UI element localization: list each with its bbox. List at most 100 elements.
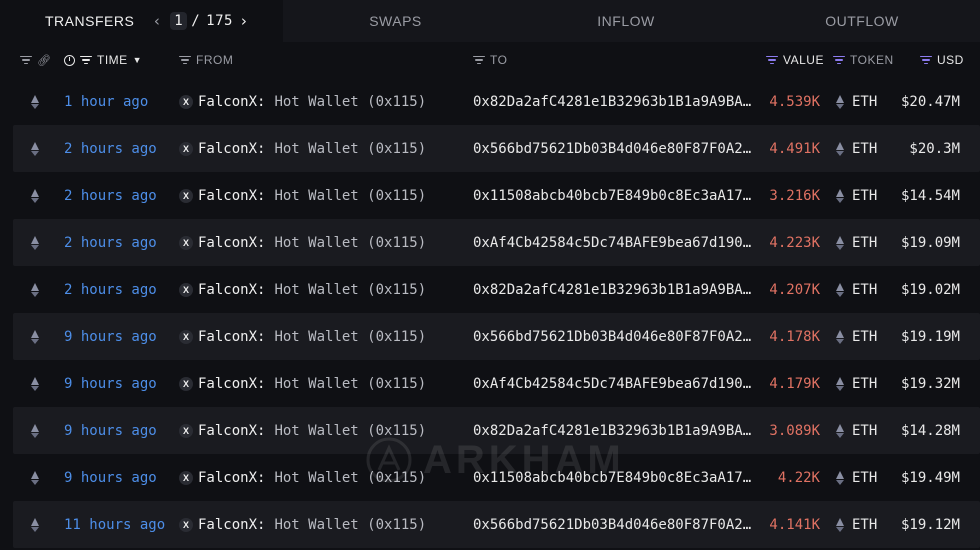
row-token[interactable]: ETH	[836, 313, 877, 360]
row-token[interactable]: ETH	[836, 501, 877, 548]
filter-icon[interactable]	[179, 55, 191, 65]
ethereum-icon[interactable]	[31, 470, 40, 485]
ethereum-icon[interactable]	[31, 282, 40, 297]
row-time[interactable]: 2 hours ago	[64, 266, 157, 313]
row-from[interactable]: X FalconX: Hot Wallet (0x115)	[179, 454, 426, 501]
row-token-cell[interactable]	[31, 266, 40, 313]
row-token-cell[interactable]	[31, 125, 40, 172]
row-token-cell[interactable]	[31, 407, 40, 454]
row-time[interactable]: 9 hours ago	[64, 407, 157, 454]
ethereum-icon[interactable]	[31, 517, 40, 532]
row-token-cell[interactable]	[31, 172, 40, 219]
row-to[interactable]: 0x566bd75621Db03B4d046e80F87F0A2…	[473, 501, 751, 548]
row-token-cell[interactable]	[31, 219, 40, 266]
link-icon[interactable]: 🔗︎	[37, 54, 51, 67]
row-time[interactable]: 9 hours ago	[64, 313, 157, 360]
row-token-cell[interactable]	[31, 454, 40, 501]
table-row[interactable]: 2 hours ago X FalconX: Hot Wallet (0x115…	[13, 219, 980, 266]
row-from-label: Hot Wallet (0x115)	[274, 375, 427, 392]
table-row[interactable]: 9 hours ago X FalconX: Hot Wallet (0x115…	[13, 407, 980, 454]
row-from[interactable]: X FalconX: Hot Wallet (0x115)	[179, 172, 426, 219]
filter-icon[interactable]	[80, 55, 92, 65]
ethereum-icon[interactable]	[31, 94, 40, 109]
row-token[interactable]: ETH	[836, 266, 877, 313]
row-token[interactable]: ETH	[836, 125, 877, 172]
table-row[interactable]: 11 hours ago X FalconX: Hot Wallet (0x11…	[13, 501, 980, 548]
row-to[interactable]: 0xAf4Cb42584c5Dc74BAFE9bea67d190…	[473, 219, 751, 266]
row-token-cell[interactable]	[31, 313, 40, 360]
row-token-cell[interactable]	[31, 78, 40, 125]
header-to[interactable]: TO	[473, 42, 507, 78]
row-from-entity: FalconX:	[198, 234, 266, 251]
row-to[interactable]: 0x82Da2afC4281e1B32963b1B1a9A9BA…	[473, 407, 751, 454]
table-row[interactable]: 2 hours ago X FalconX: Hot Wallet (0x115…	[0, 266, 980, 313]
row-token[interactable]: ETH	[836, 407, 877, 454]
tab-swaps[interactable]: SWAPS	[283, 0, 508, 42]
row-from[interactable]: X FalconX: Hot Wallet (0x115)	[179, 266, 426, 313]
row-time[interactable]: 9 hours ago	[64, 360, 157, 407]
header-value[interactable]: VALUE	[766, 42, 824, 78]
chevron-right-icon[interactable]: ›	[237, 10, 251, 32]
table-row[interactable]: 9 hours ago X FalconX: Hot Wallet (0x115…	[0, 360, 980, 407]
row-time[interactable]: 1 hour ago	[64, 78, 148, 125]
row-to[interactable]: 0x11508abcb40bcb7E849b0c8Ec3aA17…	[473, 172, 751, 219]
row-token[interactable]: ETH	[836, 454, 877, 501]
row-token-symbol: ETH	[852, 140, 878, 157]
table-row[interactable]: 9 hours ago X FalconX: Hot Wallet (0x115…	[13, 313, 980, 360]
filter-icon[interactable]	[920, 55, 932, 65]
row-to[interactable]: 0x11508abcb40bcb7E849b0c8Ec3aA17…	[473, 454, 751, 501]
row-time[interactable]: 2 hours ago	[64, 172, 157, 219]
ethereum-icon[interactable]	[31, 235, 40, 250]
filter-icon[interactable]	[20, 55, 32, 65]
filter-icon[interactable]	[833, 55, 845, 65]
row-from-label: Hot Wallet (0x115)	[274, 516, 427, 533]
row-from[interactable]: X FalconX: Hot Wallet (0x115)	[179, 501, 426, 548]
filter-icon[interactable]	[766, 55, 778, 65]
row-from-entity: FalconX:	[198, 516, 266, 533]
row-to[interactable]: 0xAf4Cb42584c5Dc74BAFE9bea67d190…	[473, 360, 751, 407]
row-token[interactable]: ETH	[836, 172, 877, 219]
row-token-cell[interactable]	[31, 501, 40, 548]
row-from[interactable]: X FalconX: Hot Wallet (0x115)	[179, 407, 426, 454]
row-to[interactable]: 0x82Da2afC4281e1B32963b1B1a9A9BA…	[473, 266, 751, 313]
row-to[interactable]: 0x566bd75621Db03B4d046e80F87F0A2…	[473, 125, 751, 172]
row-token[interactable]: ETH	[836, 219, 877, 266]
row-to[interactable]: 0x82Da2afC4281e1B32963b1B1a9A9BA…	[473, 78, 751, 125]
page-current[interactable]: 1	[170, 12, 188, 30]
header-time[interactable]: TIME ▼	[64, 42, 142, 78]
row-from[interactable]: X FalconX: Hot Wallet (0x115)	[179, 219, 426, 266]
tab-outflow[interactable]: OUTFLOW	[744, 0, 980, 42]
tab-inflow[interactable]: INFLOW	[508, 0, 744, 42]
ethereum-icon[interactable]	[31, 188, 40, 203]
row-time[interactable]: 2 hours ago	[64, 125, 157, 172]
row-from[interactable]: X FalconX: Hot Wallet (0x115)	[179, 360, 426, 407]
row-time[interactable]: 2 hours ago	[64, 219, 157, 266]
table-row[interactable]: 1 hour ago X FalconX: Hot Wallet (0x115)…	[0, 78, 980, 125]
row-to[interactable]: 0x566bd75621Db03B4d046e80F87F0A2…	[473, 313, 751, 360]
header-usd[interactable]: USD	[920, 42, 964, 78]
table-row[interactable]: 9 hours ago X FalconX: Hot Wallet (0x115…	[0, 454, 980, 501]
page-total: 175	[206, 13, 233, 29]
table-row[interactable]: 2 hours ago X FalconX: Hot Wallet (0x115…	[13, 125, 980, 172]
row-token[interactable]: ETH	[836, 78, 877, 125]
tab-transfers[interactable]: TRANSFERS ‹ 1 / 175 ›	[0, 0, 283, 42]
ethereum-icon[interactable]	[31, 141, 40, 156]
row-from[interactable]: X FalconX: Hot Wallet (0x115)	[179, 125, 426, 172]
ethereum-icon[interactable]	[31, 423, 40, 438]
ethereum-icon[interactable]	[31, 329, 40, 344]
chevron-left-icon[interactable]: ‹	[150, 10, 164, 32]
header-token-filter[interactable]: 🔗︎	[20, 42, 51, 78]
table-row[interactable]: 2 hours ago X FalconX: Hot Wallet (0x115…	[0, 172, 980, 219]
row-token-cell[interactable]	[31, 360, 40, 407]
row-time[interactable]: 9 hours ago	[64, 454, 157, 501]
header-from[interactable]: FROM	[179, 42, 233, 78]
row-token[interactable]: ETH	[836, 360, 877, 407]
ethereum-icon[interactable]	[31, 376, 40, 391]
row-from[interactable]: X FalconX: Hot Wallet (0x115)	[179, 313, 426, 360]
row-time[interactable]: 11 hours ago	[64, 501, 165, 548]
filter-icon[interactable]	[473, 55, 485, 65]
header-token[interactable]: TOKEN	[833, 42, 894, 78]
caret-down-icon[interactable]: ▼	[133, 55, 142, 65]
row-from[interactable]: X FalconX: Hot Wallet (0x115)	[179, 78, 426, 125]
row-token-symbol: ETH	[852, 516, 878, 533]
